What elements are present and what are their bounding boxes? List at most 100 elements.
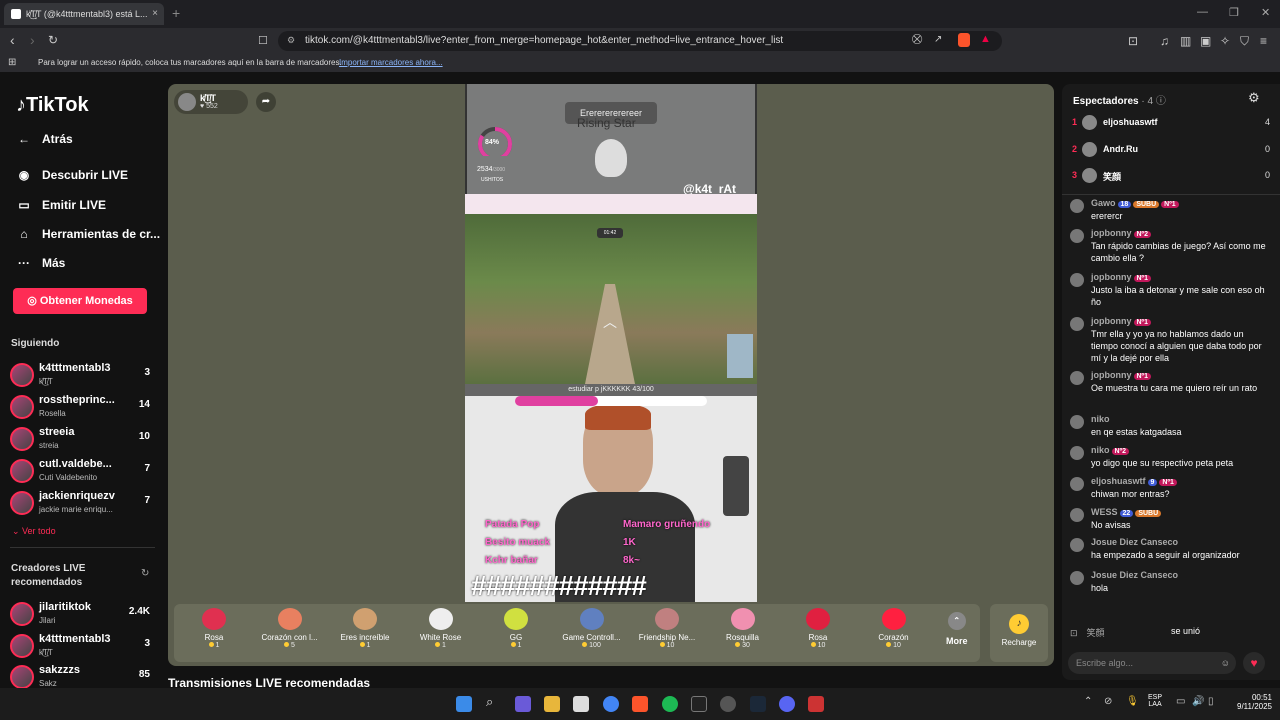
following-heading: Siguiendo (11, 338, 60, 349)
apps-grid-icon[interactable]: ⊞ (8, 54, 16, 72)
leo-ai-icon[interactable]: ✧ (1220, 34, 1230, 48)
get-coins-button[interactable]: ◎ Obtener Monedas (13, 288, 147, 314)
following-item[interactable]: cutl.valdebe... Cuti Valdebenito 7 (10, 456, 155, 486)
gift-item[interactable]: Corazón con l... 5 (260, 608, 320, 649)
app-icon[interactable] (808, 696, 824, 712)
github-icon[interactable] (720, 696, 736, 712)
browser-tab[interactable]: k̸̈͜T̸͙T (@k4tttmentabl3) está L... × (4, 3, 164, 25)
gift-item[interactable]: Friendship Ne... 10 (637, 608, 697, 649)
media-icon[interactable]: ♫ (1160, 34, 1169, 48)
discord-icon[interactable] (779, 696, 795, 712)
divider (10, 547, 155, 548)
see-all-link[interactable]: ⌄ Ver todo (12, 526, 56, 537)
join-notice: ⊡ 笑顔 se unió (1070, 626, 1201, 638)
forward-arrow-icon[interactable]: › (30, 32, 35, 48)
tab-close-icon[interactable]: × (152, 3, 158, 25)
share-icon[interactable]: ↗ (934, 34, 942, 45)
recharge-button[interactable]: ♪ Recharge (990, 604, 1048, 662)
brave-icon[interactable] (632, 696, 648, 712)
menu-icon[interactable]: ≡ (1260, 34, 1267, 48)
site-info-icon[interactable]: ⚙ (287, 35, 295, 46)
copilot-icon[interactable] (515, 696, 531, 712)
viewer-row[interactable]: 1 eljoshuaswtf 4 (1072, 114, 1272, 132)
emoji-icon[interactable]: ☺ (1221, 652, 1230, 674)
viewer-row[interactable]: 3 笑顔 0 (1072, 167, 1272, 185)
battery-icon[interactable]: ▯ (1208, 696, 1214, 707)
gauge-count: 2534/3000 (477, 166, 506, 173)
viewer-row[interactable]: 2 Andr.Ru 0 (1072, 141, 1272, 159)
store-icon[interactable] (573, 696, 589, 712)
info-icon[interactable]: ⓘ (1156, 96, 1166, 107)
minimize-icon[interactable]: — (1197, 6, 1208, 18)
gift-item[interactable]: White Rose 1 (411, 608, 471, 649)
gift-item[interactable]: Rosa 1 (184, 608, 244, 649)
language-indicator[interactable]: ESP LAA (1148, 694, 1162, 708)
display-icon[interactable]: ▭ (1176, 696, 1185, 707)
window-close-icon[interactable]: ✕ (1261, 6, 1270, 19)
steam-icon[interactable] (750, 696, 766, 712)
nav-more[interactable]: ··· Más (14, 256, 65, 270)
spotify-icon[interactable] (662, 696, 678, 712)
chevron-up-icon[interactable]: ⌃ (1084, 696, 1092, 707)
settings-gear-icon[interactable]: ⚙ (1248, 90, 1260, 106)
streamer-info[interactable]: k̸̈͜T̸͙T ♥ 552 (174, 90, 248, 114)
following-item[interactable]: k4tttmentabl3 k̸̈͜T̸͙T 3 (10, 360, 155, 390)
maximize-icon[interactable]: ❐ (1229, 6, 1239, 19)
nav-creator-tools[interactable]: ⌂ Herramientas de cr... (14, 227, 160, 241)
clock[interactable]: 00:51 9/11/2025 (1224, 693, 1272, 711)
following-item[interactable]: streeia streia 10 (10, 424, 155, 454)
nav-go-live[interactable]: ▭ Emitir LIVE (14, 198, 106, 212)
chat-input[interactable]: Escribe algo... ☺ (1068, 652, 1236, 674)
address-bar[interactable]: ⚙ tiktok.com/@k4tttmentabl3/live?enter_f… (278, 31, 1002, 51)
following-item[interactable]: jackienriquezv jackie marie enriqu... 7 (10, 488, 155, 518)
hash-overlay: ############ (471, 570, 647, 601)
sidebar-icon[interactable]: ▥ (1180, 34, 1191, 48)
search-icon[interactable]: ⌕ (486, 694, 502, 710)
screenshot-icon[interactable]: ⊡ (1128, 34, 1138, 48)
no-track-icon[interactable]: ⛒ (912, 34, 922, 45)
recommended-item[interactable]: jilaritiktok Jilari 2.4K (10, 599, 155, 629)
reload-icon[interactable]: ↻ (48, 33, 58, 47)
microphone-icon[interactable]: 🎙 (1126, 696, 1139, 707)
import-bookmarks-link[interactable]: Importar marcadores ahora... (339, 54, 443, 72)
gift-icon (881, 608, 906, 630)
gift-item[interactable]: Rosa 10 (788, 608, 848, 649)
recommended-item[interactable]: k4tttmentabl3 k̸̈͜T̸͙T 3 (10, 631, 155, 661)
following-item[interactable]: rosstheprinc... Rosella 14 (10, 392, 155, 422)
chrome-icon[interactable] (603, 696, 619, 712)
nav-discover-live[interactable]: ◉ Descubrir LIVE (14, 168, 128, 182)
capcut-icon[interactable] (691, 696, 707, 712)
hair-image (585, 404, 651, 430)
avatar (1070, 571, 1084, 585)
refresh-icon[interactable]: ↻ (141, 568, 149, 579)
new-tab-button[interactable]: + (172, 5, 180, 21)
wallet-icon[interactable]: ▣ (1200, 34, 1211, 48)
file-explorer-icon[interactable] (544, 696, 560, 712)
bookmark-icon[interactable]: ☐ (258, 34, 268, 47)
gift-item[interactable]: GG 1 (486, 608, 546, 649)
back-link[interactable]: ← Atrás (14, 132, 73, 146)
live-video[interactable]: Erererererereer Rising Star @k4t_rAt 84%… (465, 84, 757, 602)
gift-item[interactable]: Eres increíble 1 (335, 608, 395, 649)
network-off-icon[interactable]: ⊘ (1104, 696, 1112, 707)
gift-icon (353, 608, 377, 630)
chat-text: chiwan mor entras? (1091, 489, 1170, 499)
start-windows-icon[interactable] (456, 696, 472, 712)
gift-item[interactable]: Game Controll... 100 (562, 608, 622, 649)
vpn-icon[interactable]: ⛉ (1240, 34, 1249, 49)
brave-rewards-icon[interactable]: ▲ (980, 33, 991, 45)
chat-user: jopbonny Nº1 (1091, 370, 1152, 380)
back-arrow-icon[interactable]: ‹ (10, 32, 15, 48)
divider (1062, 194, 1280, 195)
share-arrow-icon[interactable]: ➦ (256, 92, 276, 112)
more-gifts-button[interactable]: ⌃ More (946, 612, 968, 646)
action-list-right: Mamaro gruñendo 1K 8k~ (623, 519, 711, 566)
street-view-scene: 01:42 ︿ (465, 214, 757, 384)
tiktok-logo[interactable]: ♪TikTok (16, 94, 89, 117)
brave-shield-icon[interactable] (958, 33, 970, 47)
avatar (10, 491, 34, 515)
gift-item[interactable]: Rosquilla 30 (713, 608, 773, 649)
gift-item[interactable]: Corazón 10 (864, 608, 924, 649)
heart-icon[interactable]: ♥ (1243, 652, 1265, 674)
volume-icon[interactable]: 🔊 (1192, 696, 1204, 707)
